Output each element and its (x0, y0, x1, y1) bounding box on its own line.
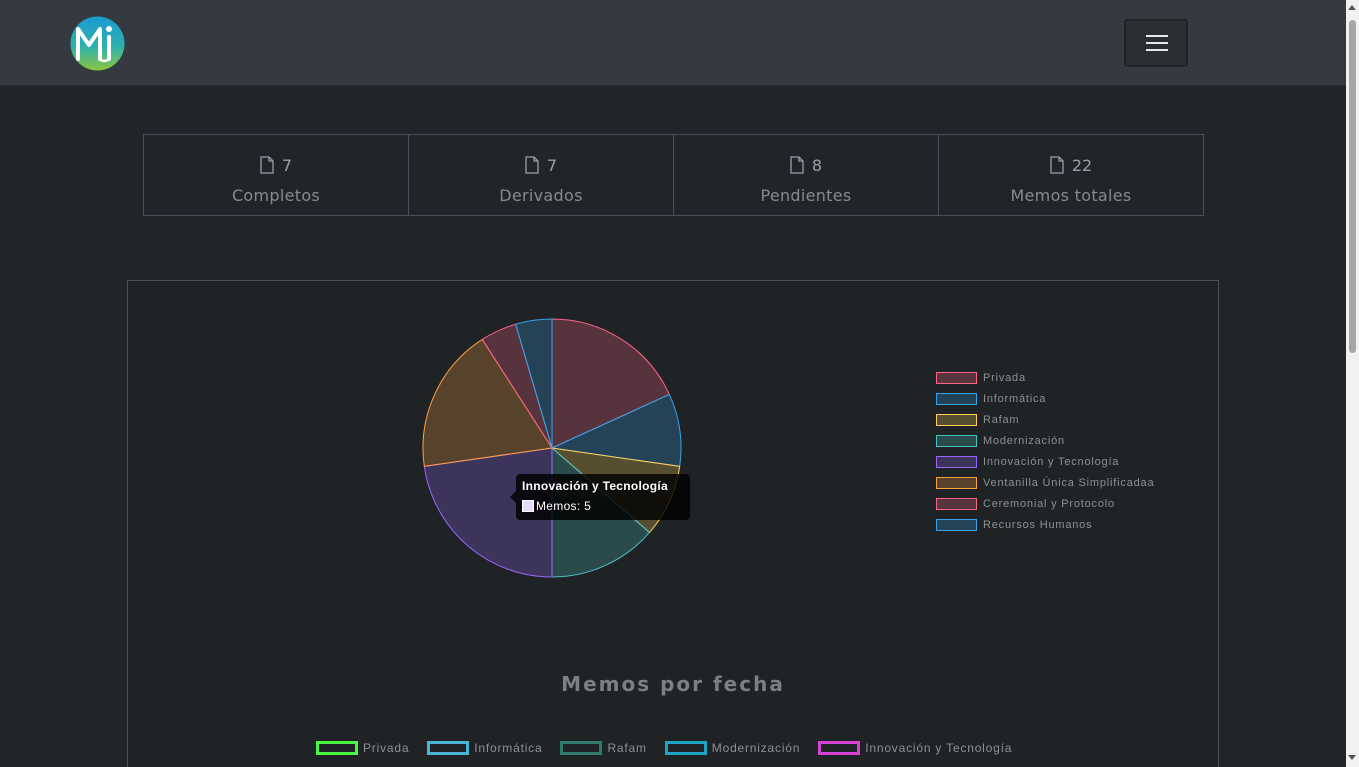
legend-swatch (936, 497, 977, 510)
legend-label: Rafam (983, 413, 1020, 426)
scroll-up-arrow-icon[interactable] (1348, 5, 1356, 10)
legend-swatch (936, 455, 977, 468)
tooltip-title: Innovación y Tecnología (522, 479, 669, 493)
stat-card: 22 Memos totales (938, 134, 1204, 216)
tooltip-value: 5 (584, 499, 592, 513)
legend-item[interactable]: Ceremonial y Protocolo (936, 493, 1154, 514)
legend-item[interactable]: Ventanilla Única Simplificadaa (936, 472, 1154, 493)
pie-chart[interactable] (418, 311, 698, 591)
legend-item[interactable]: Innovación y Tecnología (936, 451, 1154, 472)
legend-swatch (664, 741, 707, 755)
legend-swatch (936, 518, 977, 531)
tooltip-swatch (522, 500, 534, 512)
legend-swatch (936, 413, 977, 426)
hamburger-icon[interactable] (1124, 19, 1188, 67)
legend-item[interactable]: Rafam (560, 741, 646, 755)
legend-label: Ceremonial y Protocolo (983, 497, 1115, 510)
stat-label: Pendientes (760, 186, 852, 205)
stat-value-row: 7 (409, 155, 673, 175)
legend-item[interactable]: Recursos Humanos (936, 514, 1154, 535)
stat-card: 7 Derivados (408, 134, 674, 216)
file-icon (790, 156, 804, 174)
legend-swatch (427, 741, 470, 755)
legend-item[interactable]: Rafam (936, 409, 1154, 430)
legend-swatch (316, 741, 358, 755)
legend-label: Modernización (983, 434, 1065, 447)
tooltip-label: Memos (536, 499, 577, 513)
legend-swatch (936, 434, 977, 447)
legend-label: Innovación y Tecnología (983, 455, 1120, 468)
legend-swatch (818, 741, 861, 755)
stat-label: Completos (231, 186, 321, 205)
stat-value-row: 7 (144, 155, 408, 175)
legend-label: Innovación y Tecnología (865, 741, 1013, 755)
legend-swatch (936, 476, 977, 489)
legend-label: Recursos Humanos (983, 518, 1093, 531)
stat-label: Derivados (499, 186, 583, 205)
stat-value: 7 (281, 155, 293, 175)
legend-label: Rafam (607, 741, 647, 755)
pie-legend: Privada Informática Rafam Modernización Inno… (936, 367, 1154, 535)
legend-label: Modernización (711, 741, 801, 755)
stat-card: 7 Completos (143, 134, 409, 216)
stat-label: Memos totales (1010, 186, 1132, 205)
stat-value-row: 8 (674, 155, 938, 175)
legend-swatch (936, 392, 977, 405)
legend-label: Privada (983, 371, 1026, 384)
file-icon (260, 156, 274, 174)
scroll-down-arrow-icon[interactable] (1348, 755, 1356, 760)
tooltip-body: Memos: 5 (522, 499, 684, 513)
stat-card: 8 Pendientes (673, 134, 939, 216)
file-icon (1050, 156, 1064, 174)
legend-item[interactable]: Informática (936, 388, 1154, 409)
legend-item[interactable]: Modernización (936, 430, 1154, 451)
stat-value-row: 22 (939, 155, 1203, 175)
scrollbar[interactable] (1346, 0, 1359, 767)
legend-item[interactable]: Modernización (664, 741, 801, 755)
mi-logo[interactable] (69, 15, 126, 72)
legend-item[interactable]: Privada (936, 367, 1154, 388)
legend-label: Privada (363, 741, 410, 755)
chart-card: Privada Informática Rafam Modernización Inno… (127, 280, 1219, 767)
chart-tooltip: Innovación y Tecnología Memos: 5 (510, 474, 690, 520)
tooltip-sep: : (576, 499, 585, 513)
legend-label: Ventanilla Única Simplificadaa (983, 476, 1155, 489)
line-legend: Privada Informática Rafam Modernización Inno… (316, 741, 1030, 755)
legend-label: Informática (474, 741, 543, 755)
legend-swatch (936, 371, 977, 384)
stat-value: 8 (811, 155, 823, 175)
file-icon (525, 156, 539, 174)
stat-value: 22 (1071, 155, 1093, 175)
chart-title-memos-por-fecha: Memos por fecha (561, 672, 785, 696)
legend-label: Informática (983, 392, 1047, 405)
navbar (0, 0, 1346, 86)
scroll-thumb[interactable] (1349, 20, 1356, 353)
stats-row: 7 Completos 7 Derivados 8 Pendientes 22 Memos t… (143, 134, 1204, 216)
legend-item[interactable]: Innovación y Tecnología (818, 741, 1012, 755)
legend-item[interactable]: Privada (316, 741, 409, 755)
legend-item[interactable]: Informática (427, 741, 542, 755)
legend-swatch (560, 741, 603, 755)
stat-value: 7 (546, 155, 558, 175)
